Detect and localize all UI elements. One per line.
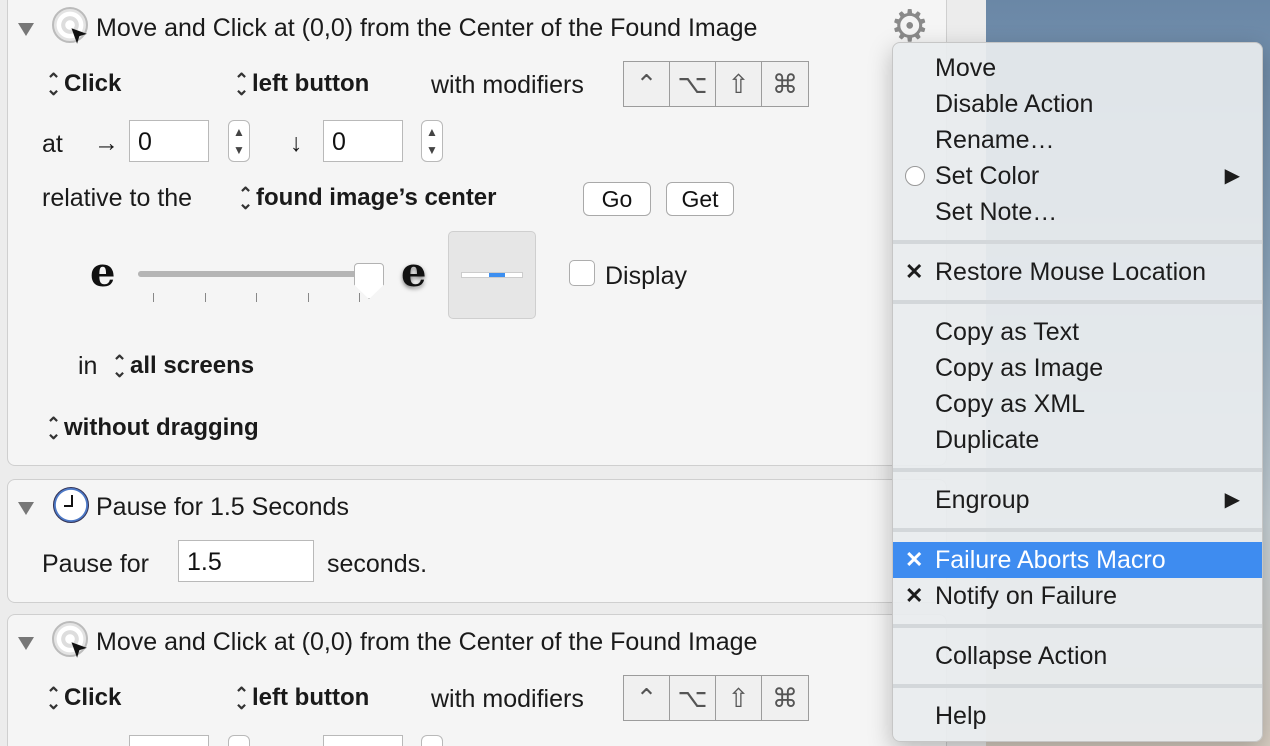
with-modifiers-label: with modifiers: [431, 685, 584, 713]
fuzziness-slider[interactable]: [138, 271, 374, 277]
action-pause: Pause for 1.5 Seconds Pause for 1.5 seco…: [7, 479, 947, 603]
down-arrow-icon: ↓: [290, 129, 303, 157]
mouse-button-popup[interactable]: ⌃ ⌄ left button: [234, 684, 369, 712]
slider-tick: [359, 293, 360, 302]
with-modifiers-label: with modifiers: [431, 71, 584, 99]
display-label: Display: [605, 262, 687, 290]
menu-item-engroup[interactable]: Engroup ▶: [893, 482, 1262, 518]
seconds-label: seconds.: [327, 550, 428, 578]
fuzz-high-icon: e: [401, 249, 427, 296]
slider-tick: [153, 293, 154, 302]
menu-separator: [893, 240, 1262, 244]
get-button[interactable]: Get: [666, 182, 734, 216]
control-modifier[interactable]: ⌃: [624, 676, 670, 720]
action-title[interactable]: Pause for 1.5 Seconds: [96, 493, 349, 522]
y-offset-stepper[interactable]: [421, 735, 443, 746]
pause-seconds-field[interactable]: 1.5: [178, 540, 314, 582]
checkmark-icon: ✕: [905, 583, 924, 608]
modifier-keys: ⌃ ⌥ ⇧ ⌘: [623, 61, 809, 107]
updown-icon: ⌃ ⌄: [234, 683, 250, 713]
modifier-keys: ⌃ ⌥ ⇧ ⌘: [623, 675, 809, 721]
in-label: in: [78, 352, 98, 380]
action-title[interactable]: Move and Click at (0,0) from the Center …: [96, 14, 757, 43]
move-click-icon: [52, 7, 88, 43]
color-swatch-icon: [905, 166, 925, 186]
click-type-popup[interactable]: ⌃ ⌄ Click: [46, 684, 121, 712]
clock-icon: [53, 487, 89, 523]
action-context-menu: Move Disable Action Rename… Set Color ▶ …: [892, 42, 1263, 742]
menu-separator: [893, 624, 1262, 628]
drag-mode-popup[interactable]: ⌃ ⌄ without dragging: [46, 414, 259, 442]
option-modifier[interactable]: ⌥: [670, 676, 716, 720]
menu-item-duplicate[interactable]: Duplicate: [893, 422, 1262, 458]
right-arrow-icon: →: [94, 129, 119, 157]
image-thumbnail-button: [489, 273, 505, 277]
go-button[interactable]: Go: [583, 182, 651, 216]
disclosure-triangle[interactable]: [18, 637, 34, 650]
menu-separator: [893, 300, 1262, 304]
menu-separator: [893, 468, 1262, 472]
click-type-popup[interactable]: ⌃ ⌄ Click: [46, 70, 121, 98]
option-modifier[interactable]: ⌥: [670, 62, 716, 106]
shift-modifier[interactable]: ⇧: [716, 676, 762, 720]
menu-item-help[interactable]: Help: [893, 698, 1262, 734]
action-move-click-1: Move and Click at (0,0) from the Center …: [7, 0, 947, 466]
pause-for-label: Pause for: [42, 550, 150, 578]
slider-tick: [256, 293, 257, 302]
slider-fill: [138, 271, 374, 277]
menu-item-notify-on-failure[interactable]: ✕ Notify on Failure: [893, 578, 1262, 614]
updown-icon: ⌃ ⌄: [46, 69, 62, 99]
relative-to-label: relative to the: [42, 184, 193, 212]
updown-icon: ⌃ ⌄: [234, 69, 250, 99]
menu-item-set-color[interactable]: Set Color ▶: [893, 158, 1262, 194]
menu-item-set-note[interactable]: Set Note…: [893, 194, 1262, 230]
disclosure-triangle[interactable]: [18, 23, 34, 36]
disclosure-triangle[interactable]: [18, 502, 34, 515]
menu-item-collapse-action[interactable]: Collapse Action: [893, 638, 1262, 674]
macro-editor: Move and Click at (0,0) from the Center …: [0, 0, 986, 746]
y-offset-field[interactable]: [323, 735, 403, 746]
slider-tick: [308, 293, 309, 302]
y-offset-stepper[interactable]: ▲ ▼: [421, 120, 443, 162]
x-offset-field[interactable]: 0: [129, 120, 209, 162]
command-modifier[interactable]: ⌘: [762, 62, 808, 106]
menu-separator: [893, 684, 1262, 688]
menu-item-copy-as-image[interactable]: Copy as Image: [893, 350, 1262, 386]
fuzz-low-icon: e: [90, 249, 116, 296]
relative-to-popup[interactable]: ⌃ ⌄ found image’s center: [238, 184, 497, 212]
action-title[interactable]: Move and Click at (0,0) from the Center …: [96, 628, 757, 657]
menu-item-disable-action[interactable]: Disable Action: [893, 86, 1262, 122]
move-click-icon: [52, 621, 88, 657]
command-modifier[interactable]: ⌘: [762, 676, 808, 720]
menu-item-failure-aborts-macro[interactable]: ✕ Failure Aborts Macro: [893, 542, 1262, 578]
updown-icon: ⌃ ⌄: [46, 683, 62, 713]
at-label: at: [42, 130, 63, 158]
mouse-button-popup[interactable]: ⌃ ⌄ left button: [234, 70, 369, 98]
menu-separator: [893, 528, 1262, 532]
menu-item-copy-as-text[interactable]: Copy as Text: [893, 314, 1262, 350]
menu-item-move[interactable]: Move: [893, 50, 1262, 86]
screens-popup[interactable]: ⌃ ⌄ all screens: [112, 352, 254, 380]
image-well[interactable]: [448, 231, 536, 319]
menu-item-copy-as-xml[interactable]: Copy as XML: [893, 386, 1262, 422]
x-offset-field[interactable]: [129, 735, 209, 746]
y-offset-field[interactable]: 0: [323, 120, 403, 162]
display-checkbox[interactable]: [569, 260, 595, 286]
control-modifier[interactable]: ⌃: [624, 62, 670, 106]
updown-icon: ⌃ ⌄: [238, 183, 254, 213]
menu-item-rename[interactable]: Rename…: [893, 122, 1262, 158]
x-offset-stepper[interactable]: ▲ ▼: [228, 120, 250, 162]
updown-icon: ⌃ ⌄: [112, 351, 128, 381]
x-offset-stepper[interactable]: [228, 735, 250, 746]
submenu-arrow-icon: ▶: [1224, 165, 1240, 187]
updown-icon: ⌃ ⌄: [46, 413, 62, 443]
slider-tick: [205, 293, 206, 302]
shift-modifier[interactable]: ⇧: [716, 62, 762, 106]
submenu-arrow-icon: ▶: [1224, 489, 1240, 511]
menu-item-restore-mouse-location[interactable]: ✕ Restore Mouse Location: [893, 254, 1262, 290]
checkmark-icon: ✕: [905, 259, 924, 284]
checkmark-icon: ✕: [905, 547, 924, 572]
action-move-click-2: Move and Click at (0,0) from the Center …: [7, 614, 947, 746]
